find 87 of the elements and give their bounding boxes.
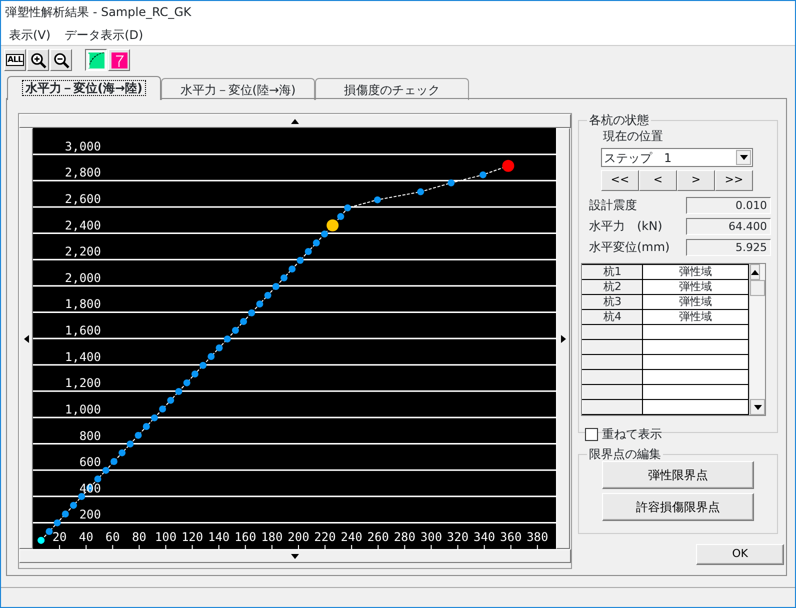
group-title: 限界点の編集	[588, 447, 662, 461]
nav-button[interactable]: >>	[715, 170, 753, 191]
table-cell: 弾性域	[642, 294, 748, 310]
x-tick-label: 60	[105, 530, 120, 544]
step-dropdown[interactable]: ステップ 1	[601, 148, 753, 167]
y-tick-label: 600	[79, 455, 101, 470]
tab[interactable]: 水平力－変位(陸→海)	[161, 78, 315, 100]
field-label: 水平力 (kN)	[589, 218, 662, 235]
position-label: 現在の位置	[602, 128, 664, 145]
tab[interactable]: 水平力－変位(海→陸)	[7, 76, 161, 100]
value-field: 5.925	[686, 238, 771, 256]
x-tick-label: 340	[473, 530, 496, 544]
zoom-in-button[interactable]	[27, 49, 49, 71]
x-tick-label: 380	[526, 530, 548, 544]
y-tick-label: 200	[79, 508, 101, 522]
y-tick-label: 2,600	[64, 192, 101, 206]
y-tick-label: 1,400	[64, 350, 101, 364]
x-tick-label: 200	[288, 530, 310, 544]
zoom-in-icon	[30, 52, 46, 68]
value-field: 64.400	[686, 218, 771, 234]
y-tick-label: 3,000	[64, 139, 101, 154]
arrow-down-icon	[754, 404, 762, 410]
arrow-down-icon	[740, 155, 748, 160]
x-tick-label: 20	[52, 530, 67, 544]
x-tick-label: 220	[314, 530, 336, 544]
scroll-down-button[interactable]	[750, 399, 765, 415]
row-header: 杭3	[582, 294, 642, 310]
y-tick-label: 2,200	[64, 244, 101, 259]
field-label: 設計震度	[589, 197, 637, 214]
curve-icon	[88, 52, 104, 68]
row-header: 杭2	[582, 280, 642, 294]
window-title: 弾塑性解析結果 - Sample_RC_GK	[1, 1, 795, 23]
limit-button[interactable]: 弾性限界点	[602, 461, 754, 489]
menu-item[interactable]: 表示(V)	[9, 26, 51, 42]
scroll-up-button[interactable]	[750, 264, 760, 280]
x-tick-label: 100	[154, 530, 177, 544]
question-icon	[110, 52, 128, 68]
x-tick-label: 280	[394, 530, 416, 544]
arrow-up-icon	[291, 118, 299, 124]
value-field: 0.010	[686, 196, 771, 214]
nav-button[interactable]: >	[677, 170, 715, 191]
all-button[interactable]: ALL	[4, 49, 26, 71]
table-cell: 弾性域	[642, 264, 748, 280]
x-tick-label: 80	[132, 530, 146, 544]
limit-button[interactable]: 許容損傷限界点	[602, 493, 754, 521]
arrow-left-icon	[24, 334, 28, 342]
zoom-out-button[interactable]	[50, 49, 72, 71]
x-tick-label: 180	[261, 530, 283, 544]
ok-button[interactable]: OK	[696, 544, 784, 565]
checkbox-label: 重ねて表示	[602, 426, 662, 443]
arrow-up-icon	[751, 270, 759, 274]
scroll-left-button[interactable]	[19, 128, 33, 549]
arrow-down-icon	[291, 554, 299, 558]
checkbox[interactable]	[585, 428, 598, 440]
table-cell: 弾性域	[642, 310, 748, 324]
arrow-right-icon	[560, 334, 566, 342]
row-header: 杭1	[582, 264, 642, 280]
y-tick-label: 800	[79, 428, 101, 443]
table-cell: 弾性域	[642, 280, 748, 294]
tab[interactable]: 損傷度のチェック	[315, 78, 469, 100]
x-tick-label: 260	[367, 530, 389, 544]
x-tick-label: 120	[181, 530, 204, 544]
zoom-out-icon	[52, 52, 70, 68]
x-tick-label: 140	[208, 530, 230, 544]
x-tick-label: 160	[234, 530, 256, 544]
field-label: 水平変位(mm)	[589, 239, 670, 256]
y-tick-label: 2,000	[64, 270, 101, 285]
y-tick-label: 1,800	[64, 297, 101, 312]
nav-button[interactable]: <	[639, 170, 677, 191]
group-title: 各杭の状態	[588, 113, 650, 127]
y-tick-label: 1,200	[64, 376, 101, 390]
row-header: 杭4	[582, 310, 642, 324]
x-tick-label: 360	[500, 530, 522, 544]
nav-button[interactable]: <<	[601, 170, 639, 191]
x-tick-label: 240	[340, 530, 362, 544]
question-button[interactable]	[108, 49, 130, 71]
x-tick-label: 40	[78, 530, 94, 544]
scroll-right-button[interactable]	[556, 128, 570, 549]
x-tick-label: 320	[446, 530, 469, 544]
y-tick-label: 2,800	[64, 166, 101, 180]
curve-button[interactable]	[85, 49, 107, 71]
menu-item[interactable]: データ表示(D)	[64, 26, 144, 42]
scroll-thumb[interactable]	[750, 280, 765, 296]
y-tick-label: 2,400	[64, 218, 101, 232]
y-tick-label: 1,000	[64, 402, 101, 416]
x-tick-label: 300	[420, 530, 442, 544]
y-tick-label: 1,600	[64, 324, 101, 338]
